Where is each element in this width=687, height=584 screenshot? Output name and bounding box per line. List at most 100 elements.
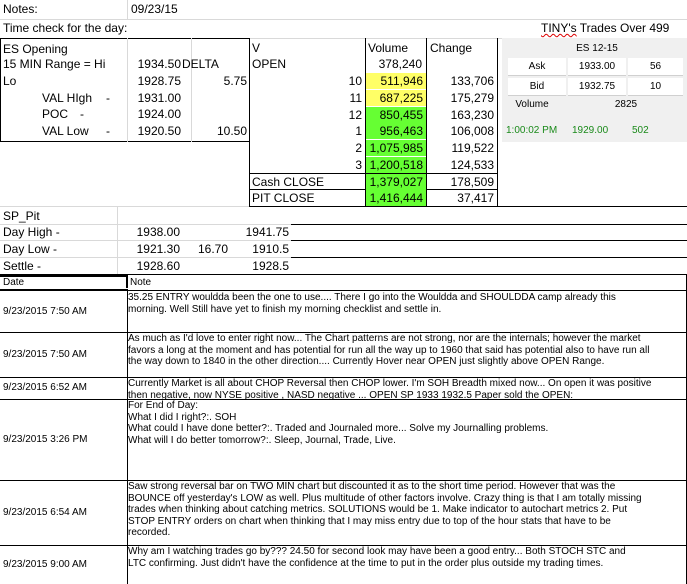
notes-label: Notes:: [3, 2, 38, 16]
settle-label: Settle -: [3, 259, 42, 273]
col-volume-header: Volume: [368, 41, 409, 55]
journal-row[interactable]: 9/23/2015 7:50 AM 35.25 ENTRY wouldda bee…: [0, 291, 687, 333]
day-high-label: Day High -: [3, 225, 60, 239]
open-label: OPEN: [252, 57, 287, 71]
col-v-header: V: [252, 41, 261, 55]
es-symbol: ES 12-15: [576, 43, 618, 54]
journal-date: 9/23/2015 3:26 PM: [3, 433, 88, 445]
day-low-value[interactable]: 1921.30: [118, 241, 180, 257]
hour-change[interactable]: 133,706: [427, 73, 494, 89]
val-high-value[interactable]: 1931.00: [129, 90, 181, 106]
poc-label: POC: [42, 107, 69, 121]
hour-change[interactable]: 175,279: [427, 90, 494, 106]
day-high-value[interactable]: 1938.00: [118, 224, 180, 240]
journal-row[interactable]: 9/23/2015 7:50 AM As much as I'd love to …: [0, 332, 687, 378]
journal-date: 9/23/2015 7:50 AM: [3, 305, 87, 317]
cash-close-label: Cash CLOSE: [252, 175, 325, 189]
journal-date: 9/23/2015 6:54 AM: [3, 506, 87, 518]
bid-price[interactable]: 1932.75: [568, 78, 626, 96]
delta-label: DELTA: [182, 57, 219, 71]
journal-note: Currently Market is all about CHOP Rever…: [128, 378, 685, 401]
open-volume[interactable]: 378,240: [366, 56, 422, 72]
last-trade-size: 502: [632, 125, 649, 136]
journal-note-line: BOUNCE off yesterday's LOW as well. Plus…: [128, 492, 642, 504]
journal-note-line: LTC confirming. Just didn't have the con…: [128, 557, 604, 569]
day-high-extra[interactable]: 1941.75: [232, 224, 289, 240]
day-low-extra[interactable]: 1910.5: [232, 241, 289, 257]
volume-label: Volume: [515, 99, 549, 110]
journal-note: Why am I watching trades go by??? 24.50 …: [128, 546, 685, 569]
col-note-header: Note: [130, 277, 152, 288]
day-low-range[interactable]: 16.70: [182, 241, 228, 257]
val-high-label: VAL HIgh: [42, 91, 93, 105]
journal-date: 9/23/2015 6:52 AM: [3, 382, 87, 393]
journal-note: For End of Day: What I did I right?:. SOH…: [128, 400, 685, 446]
ask-price[interactable]: 1933.00: [568, 58, 626, 76]
hour-volume[interactable]: 1,200,518: [366, 157, 426, 173]
lo-value[interactable]: 1928.75: [129, 73, 181, 89]
hour-volume[interactable]: 850,455: [366, 106, 426, 123]
tinys-title-rest: Trades Over 499: [576, 21, 670, 35]
val-low-label: VAL Low: [42, 124, 89, 138]
journal-note-line: morning. Well Still have yet to finish m…: [128, 303, 442, 315]
col-date-header: Date: [3, 277, 25, 288]
pit-close-volume[interactable]: 1,416,444: [366, 190, 426, 206]
col-change-header: Change: [430, 41, 473, 55]
last-trade-price: 1929.00: [572, 125, 609, 136]
hour-label: 3: [355, 158, 362, 172]
hour-label: 10: [348, 74, 362, 88]
journal-note: Saw strong reversal bar on TWO MIN chart…: [128, 481, 685, 539]
poc-dash: -: [80, 107, 84, 121]
range-label: 15 MIN Range = Hi: [3, 57, 106, 71]
journal-note-line: What I did I right?:. SOH: [128, 411, 237, 423]
settle-value[interactable]: 1928.60: [118, 258, 180, 274]
bid-label: Bid: [508, 78, 566, 96]
journal-note-line: recorded.: [128, 527, 171, 538]
journal-note-line: Saw strong reversal bar on TWO MIN chart…: [128, 481, 616, 492]
es-quote-panel[interactable]: ES 12-15 Ask 1933.00 56 Bid 1932.75 10 V…: [502, 38, 687, 142]
journal-note-line: trades when thinking about catching metr…: [128, 504, 628, 515]
val-low-dash: -: [106, 124, 110, 138]
delta-value[interactable]: 5.75: [194, 73, 247, 89]
notes-date[interactable]: 09/23/15: [131, 2, 178, 16]
tinys-trades-title: TINY's Trades Over 499: [541, 21, 669, 35]
pit-close-change[interactable]: 37,417: [427, 190, 494, 206]
cash-close-change[interactable]: 178,509: [427, 174, 494, 190]
journal-note: As much as I'd love to enter right now..…: [128, 333, 685, 368]
day-low-label: Day Low -: [3, 242, 58, 256]
hour-volume[interactable]: 511,946: [366, 73, 426, 89]
journal-row[interactable]: 9/23/2015 9:00 AM Why am I watching trade…: [0, 545, 687, 584]
journal-note-line: the way down to 1840 in the other direct…: [128, 356, 605, 367]
tinys-word: TINY's: [541, 21, 577, 35]
journal-note-line: STOP ENTRY orders on chart when thinking…: [128, 515, 611, 527]
journal-row[interactable]: 9/23/2015 6:54 AM Saw strong reversal bar…: [0, 480, 687, 546]
cash-close-volume[interactable]: 1,379,027: [366, 174, 426, 190]
journal-note-line: 35.25 ENTRY wouldda been the one to use.…: [128, 292, 616, 303]
lo-label: Lo: [3, 74, 17, 88]
val-low-value[interactable]: 1920.50: [129, 123, 181, 139]
hour-change[interactable]: 163,230: [427, 107, 494, 123]
range-value[interactable]: 1934.50: [129, 56, 181, 72]
hour-volume[interactable]: 687,225: [366, 89, 426, 106]
ask-size[interactable]: 56: [628, 58, 683, 76]
poc-value[interactable]: 1924.00: [129, 106, 181, 122]
volume-value[interactable]: 2825: [598, 96, 654, 114]
hour-change[interactable]: 106,008: [427, 123, 494, 139]
bid-size[interactable]: 10: [628, 78, 683, 96]
val-low-extra[interactable]: 10.50: [194, 123, 247, 139]
hour-label: 1: [355, 124, 362, 139]
time-check-label: Time check for the day:: [3, 21, 128, 35]
hour-label: 11: [349, 90, 362, 105]
ask-label: Ask: [508, 58, 566, 76]
hour-volume[interactable]: 956,463: [366, 123, 426, 140]
hour-volume[interactable]: 1,075,985: [366, 140, 426, 157]
journal-note-line: For End of Day:: [128, 400, 199, 411]
sp-pit-title: SP_Pit: [3, 209, 40, 223]
hour-change[interactable]: 124,533: [427, 157, 494, 173]
journal-date: 9/23/2015 9:00 AM: [3, 558, 87, 570]
hour-change[interactable]: 119,522: [427, 140, 495, 156]
journal-note-line: As much as I'd love to enter right now..…: [128, 333, 641, 344]
settle-extra[interactable]: 1928.5: [232, 258, 289, 274]
journal-row[interactable]: 9/23/2015 6:52 AM Currently Market is all…: [0, 377, 687, 401]
journal-row[interactable]: 9/23/2015 3:26 PM For End of Day: What I d…: [0, 399, 687, 481]
